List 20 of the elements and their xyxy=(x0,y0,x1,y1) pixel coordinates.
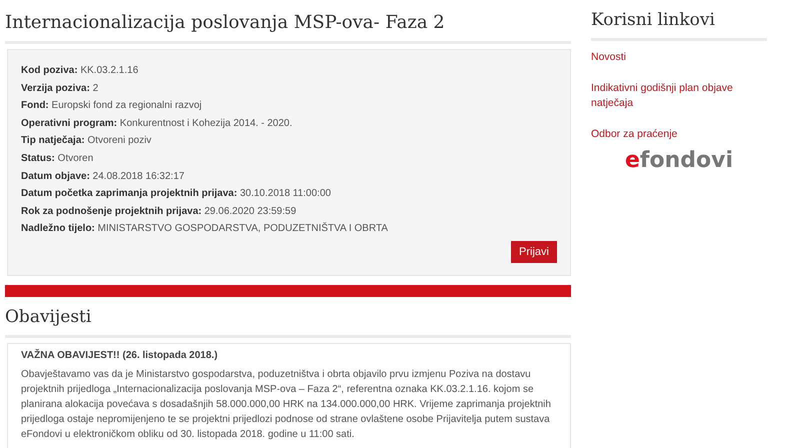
logo[interactable]: efondovi xyxy=(624,148,733,173)
sidebar-link[interactable]: Odbor za praćenje xyxy=(591,127,767,142)
sidebar-heading: Korisni linkovi xyxy=(591,9,716,32)
detail-line: Nadležno tijelo: MINISTARSTVO GOSPODARSTVA, PODUZETNIŠTVA I OBRTA xyxy=(21,223,389,236)
sidebar-link[interactable]: Indikativni godišnji plan objave natječaja xyxy=(591,81,767,111)
detail-line: Datum objave: 24.08.2018 16:32:17 xyxy=(21,170,186,183)
detail-line: Tip natječaja: Otvoreni poziv xyxy=(21,135,152,148)
detail-line: Datum početka zaprimanja projektnih prijava: 30.10.2018 11:00:00 xyxy=(21,188,332,200)
section-heading: Obavijesti xyxy=(5,306,92,329)
detail-line: Verzija poziva: 2 xyxy=(21,82,100,95)
detail-line: Operativni program: Konkurentnost i Kohezija 2014. - 2020. xyxy=(21,118,294,130)
detail-line: Kod poziva: KK.03.2.1.16 xyxy=(21,65,140,77)
notice-title: VAŽNA OBAVIJEST!! (26. listopada 2018.) xyxy=(21,350,219,361)
page-title: Internacionalizacija poslovanja MSP-ova- Faza 2 xyxy=(5,11,446,35)
detail-line: Rok za podnošenje projektnih prijava: 29.06.2020 23:59:59 xyxy=(21,206,298,218)
apply-button[interactable]: Prijavi xyxy=(511,240,557,263)
sidebar-link[interactable]: Novosti xyxy=(591,50,767,65)
notice-text: Obavještavamo vas da je Ministarstvo gospodarstva, poduzetništva i obrta objavilo prvu izmjenu Poziva na dostavu projektnih prijedloga „Internacionalizacija poslovanja MSP-ova – Faza 2“, referentna oznaka KK.03.2.1.16. kojom se planirana alokacija povećava s dosadašnjih 58.000.000,00 HRK na 134.000.000,00 HRK. Vrijeme zaprimanja projektnih prijedloga ostaje nepromijenjeno te se projektni prijedlozi podnose od strane ovlaštene osobe Prijavitelja putem sustava eFondovi u elektroničkom obliku od 30. listopada 2018. godine u 11:00 sati. xyxy=(21,368,552,442)
detail-line: Fond: Europski fond za regionalni razvoj xyxy=(21,100,203,112)
detail-line: Status: Otvoren xyxy=(21,152,94,165)
